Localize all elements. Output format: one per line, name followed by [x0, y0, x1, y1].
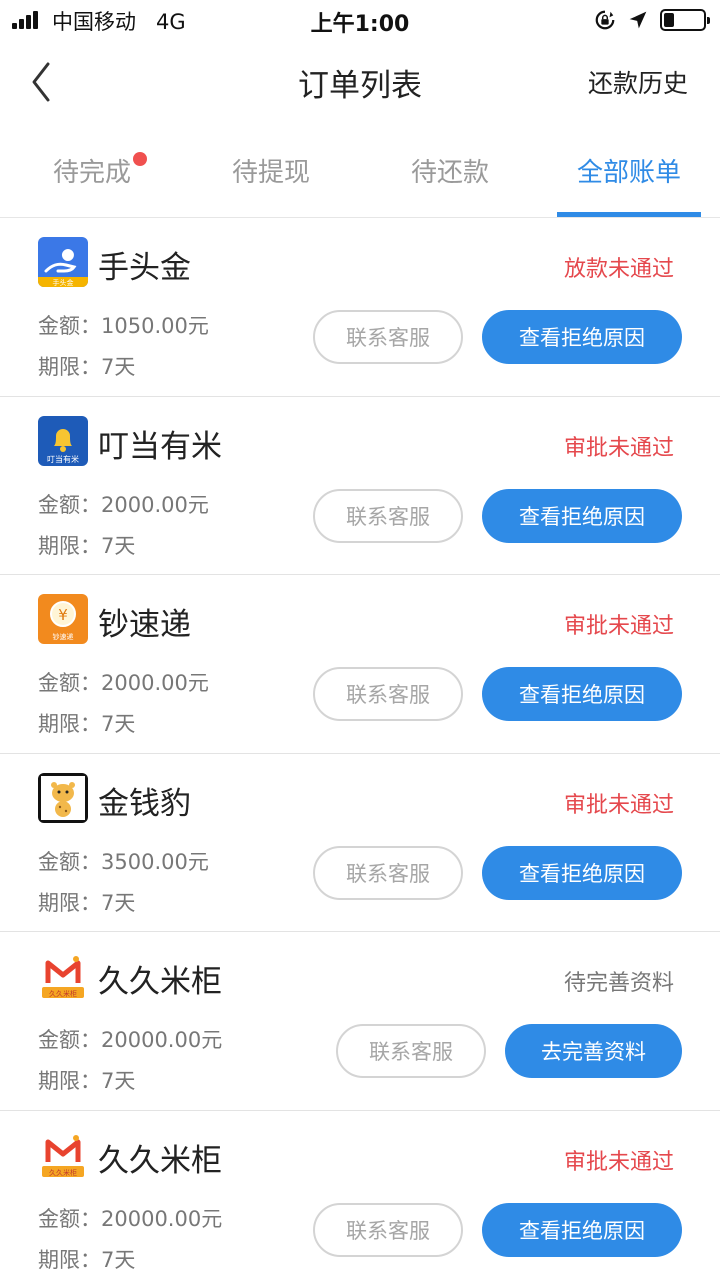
order-amount: 金额：3500.00元	[38, 849, 209, 874]
contact-service-button[interactable]: 联系客服	[313, 310, 463, 364]
svg-text:¥: ¥	[58, 606, 68, 624]
repayment-history-link[interactable]: 还款历史	[588, 64, 688, 100]
contact-service-button[interactable]: 联系客服	[313, 845, 463, 900]
tab-bar: 待完成 待提现 待还款 全部账单	[0, 128, 720, 218]
m-logo-icon: 久久米柜	[38, 951, 88, 1001]
status-icons	[594, 6, 710, 34]
view-rejection-reason-button[interactable]: 查看拒绝原因	[482, 1202, 682, 1257]
order-status: 审批未通过	[563, 1149, 674, 1175]
yen-coin-logo-icon: ¥ 钞速递	[38, 594, 88, 644]
contact-service-button[interactable]: 联系客服	[336, 1024, 486, 1078]
leopard-logo-icon	[38, 772, 88, 823]
view-rejection-reason-button[interactable]: 查看拒绝原因	[482, 488, 682, 543]
tab-pending-complete[interactable]: 待完成	[2, 152, 182, 189]
notification-dot	[133, 152, 147, 166]
svg-text:钞速递: 钞速递	[53, 632, 74, 641]
order-term: 期限：7天	[38, 890, 136, 915]
order-term: 期限：7天	[38, 1247, 136, 1272]
rotation-lock-icon	[595, 10, 615, 30]
view-rejection-reason-button[interactable]: 查看拒绝原因	[482, 310, 682, 364]
contact-service-button[interactable]: 联系客服	[313, 667, 463, 721]
order-item: 金钱豹 审批未通过 金额：3500.00元 期限：7天 联系客服 查看拒绝原因	[0, 754, 720, 932]
order-amount: 金额：20000.00元	[38, 1028, 223, 1052]
order-term: 期限：7天	[38, 355, 136, 379]
app-name: 钞速递	[98, 607, 191, 643]
order-status: 审批未通过	[563, 792, 674, 818]
order-term: 期限：7天	[38, 533, 136, 558]
status-bar: 中国移动 4G 上午1:00	[0, 0, 720, 40]
app-name: 久久米柜	[98, 964, 222, 1000]
app-name: 叮当有米	[98, 428, 222, 465]
bell-logo-icon: 叮当有米	[38, 415, 88, 466]
order-amount: 金额：1050.00元	[38, 314, 209, 338]
app-name: 金钱豹	[98, 785, 191, 822]
shoutoujin-logo-icon: 手头金	[38, 237, 88, 287]
order-amount: 金额：20000.00元	[38, 1206, 223, 1231]
contact-service-button[interactable]: 联系客服	[313, 1202, 463, 1257]
tab-pending-repay[interactable]: 待还款	[360, 152, 540, 189]
m-logo-icon: 久久米柜	[38, 1129, 88, 1180]
order-item: 手头金 手头金 放款未通过 金额：1050.00元 期限：7天 联系客服 查看拒…	[0, 218, 720, 397]
app-name: 手头金	[98, 250, 191, 286]
active-tab-indicator	[557, 212, 701, 217]
order-status: 审批未通过	[563, 435, 674, 461]
order-status: 放款未通过	[563, 257, 674, 282]
order-status: 待完善资料	[563, 971, 674, 996]
svg-text:久久米柜: 久久米柜	[49, 989, 77, 998]
order-amount: 金额：2000.00元	[38, 492, 209, 517]
contact-service-button[interactable]: 联系客服	[313, 488, 463, 543]
tab-all-bills[interactable]: 全部账单	[539, 152, 719, 189]
view-rejection-reason-button[interactable]: 查看拒绝原因	[482, 845, 682, 900]
nav-bar: 订单列表 还款历史	[0, 40, 720, 124]
order-item: ¥ 钞速递 钞速递 审批未通过 金额：2000.00元 期限：7天 联系客服 查…	[0, 575, 720, 754]
view-rejection-reason-button[interactable]: 查看拒绝原因	[482, 667, 682, 721]
order-item: 久久米柜 久久米柜 待完善资料 金额：20000.00元 期限：7天 联系客服 …	[0, 932, 720, 1111]
order-list: 手头金 手头金 放款未通过 金额：1050.00元 期限：7天 联系客服 查看拒…	[0, 218, 720, 1280]
order-term: 期限：7天	[38, 1069, 136, 1093]
svg-text:手头金: 手头金	[53, 278, 74, 287]
order-term: 期限：7天	[38, 712, 136, 736]
svg-text:久久米柜: 久久米柜	[49, 1168, 77, 1177]
order-item: 叮当有米 叮当有米 审批未通过 金额：2000.00元 期限：7天 联系客服 查…	[0, 397, 720, 575]
complete-profile-button[interactable]: 去完善资料	[505, 1024, 682, 1078]
order-amount: 金额：2000.00元	[38, 671, 209, 695]
app-name: 久久米柜	[98, 1142, 222, 1179]
order-item: 久久米柜 久久米柜 审批未通过 金额：20000.00元 期限：7天 联系客服 …	[0, 1111, 720, 1280]
battery-icon	[660, 9, 710, 31]
order-status: 审批未通过	[563, 614, 674, 639]
svg-text:叮当有米: 叮当有米	[47, 454, 79, 464]
location-arrow-icon	[629, 11, 647, 29]
tab-pending-withdraw[interactable]: 待提现	[181, 152, 361, 189]
